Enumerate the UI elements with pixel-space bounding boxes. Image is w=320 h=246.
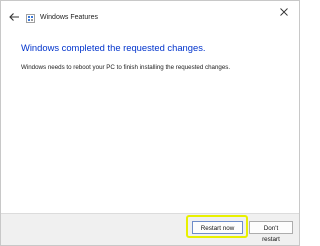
reboot-message: Windows needs to reboot your PC to finis… xyxy=(21,64,231,71)
page-heading: Windows completed the requested changes. xyxy=(21,42,206,53)
restart-now-button[interactable]: Restart now xyxy=(192,221,243,234)
close-icon xyxy=(280,8,288,16)
title-bar: Windows Features xyxy=(1,1,299,31)
window-title: Windows Features xyxy=(40,14,98,21)
dont-restart-button[interactable]: Don't restart xyxy=(249,221,293,243)
windows-features-dialog: Windows Features Windows completed the r… xyxy=(0,0,300,246)
close-button[interactable] xyxy=(273,3,295,21)
back-arrow-icon[interactable] xyxy=(8,12,20,22)
dialog-footer: Restart now Don't restart xyxy=(1,213,299,245)
windows-features-icon xyxy=(26,14,35,23)
